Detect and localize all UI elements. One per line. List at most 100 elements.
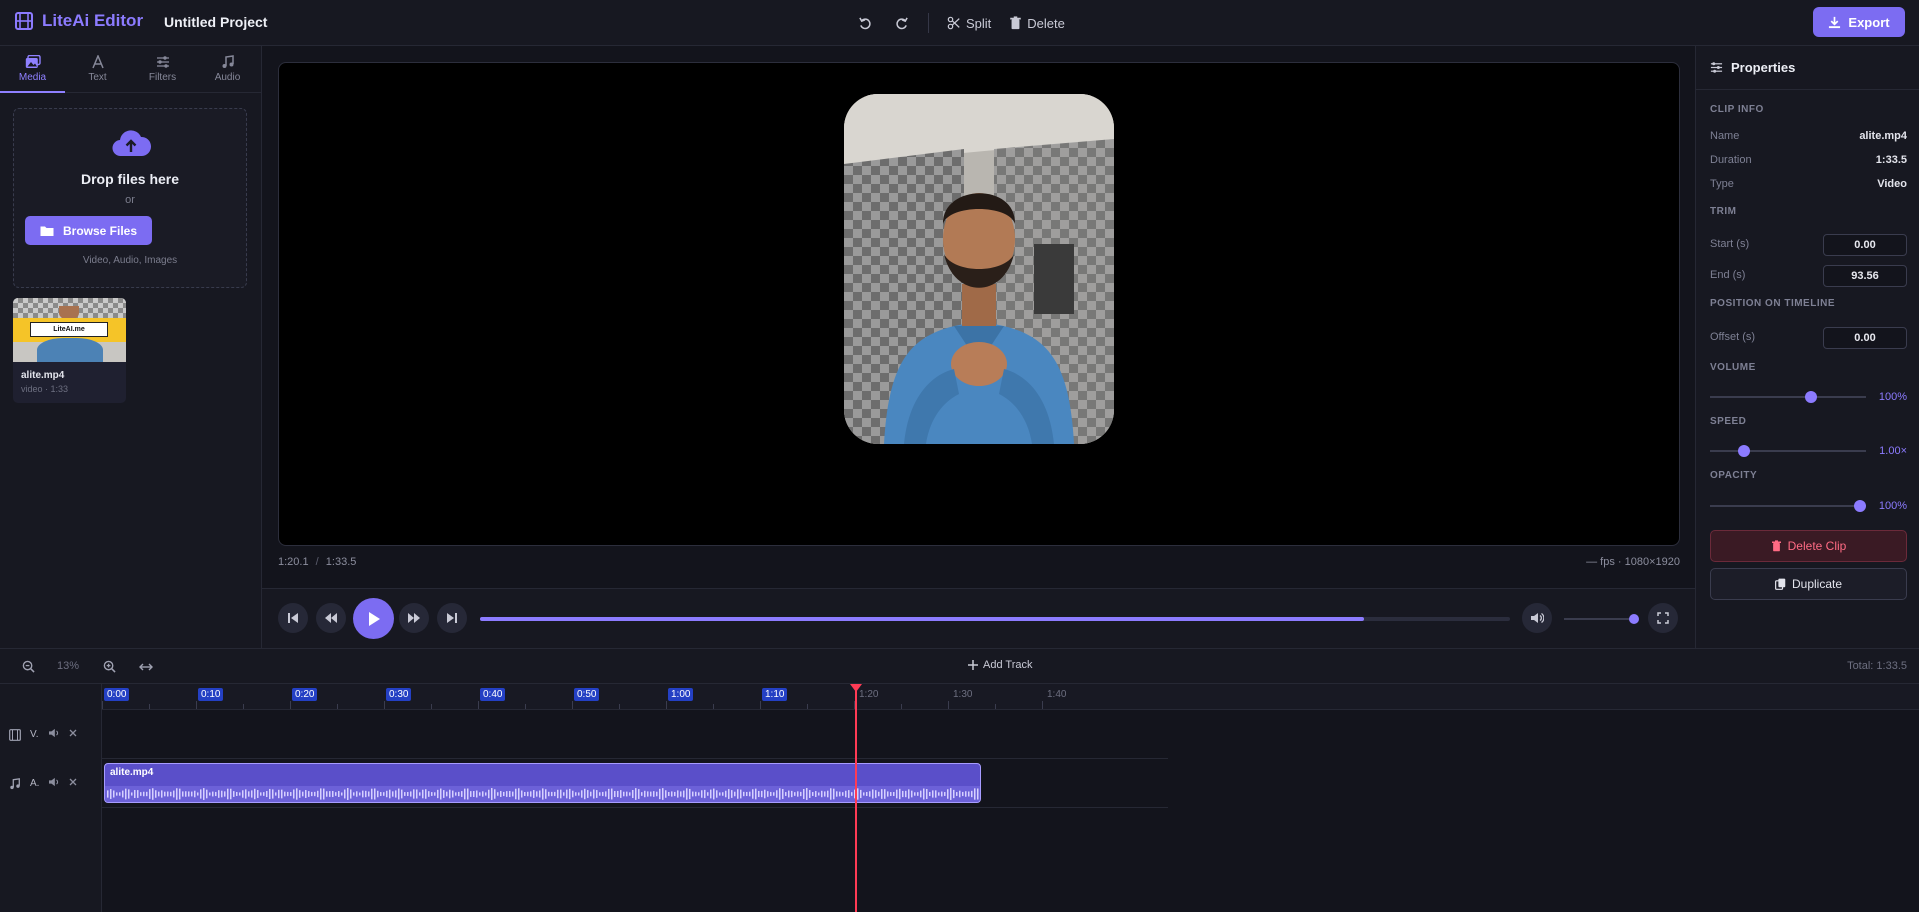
skip-start-icon xyxy=(288,613,298,623)
opacity-handle[interactable] xyxy=(1853,500,1866,512)
export-button[interactable]: Export xyxy=(1813,7,1905,37)
waveform-bar xyxy=(545,789,547,799)
rewind-button[interactable] xyxy=(316,603,346,633)
timeline-clip[interactable]: alite.mp4 xyxy=(104,763,981,803)
skip-start-button[interactable] xyxy=(278,603,308,633)
add-track-button[interactable]: Add Track xyxy=(968,659,1033,671)
undo-button[interactable] xyxy=(852,11,878,35)
waveform-bar xyxy=(155,790,157,798)
redo-button[interactable] xyxy=(888,11,914,35)
waveform-bar xyxy=(302,791,304,797)
timeline-ruler[interactable]: 0:00 0:10 0:20 0:30 0:40 0:50 1:00 1:10 1:20 1:30… xyxy=(102,684,1919,710)
track-mute-button[interactable] xyxy=(48,777,60,790)
split-button[interactable]: Split xyxy=(943,11,995,35)
sliders-icon xyxy=(1710,62,1723,73)
delete-button[interactable]: Delete xyxy=(1005,11,1069,35)
waveform-bar xyxy=(776,790,778,798)
waveform-bar xyxy=(149,789,151,799)
waveform-bar xyxy=(356,791,358,797)
ruler-tick xyxy=(948,701,949,709)
skip-end-button[interactable] xyxy=(437,603,467,633)
waveform-bar xyxy=(281,789,283,799)
video-frame-image xyxy=(844,94,1114,444)
browse-files-button[interactable]: Browse Files xyxy=(25,216,152,245)
offset-input[interactable]: 0.00 xyxy=(1823,327,1907,349)
duplicate-button[interactable]: Duplicate xyxy=(1710,568,1907,600)
video-track-lane[interactable] xyxy=(102,710,1168,759)
trim-end-input[interactable]: 93.56 xyxy=(1823,265,1907,287)
waveform-bar xyxy=(749,791,751,797)
tab-filters[interactable]: Filters xyxy=(130,46,195,92)
waveform-bar xyxy=(272,789,274,799)
waveform-bar xyxy=(530,791,532,797)
properties-header: Properties xyxy=(1696,46,1919,90)
sliders-icon xyxy=(156,56,169,68)
split-label: Split xyxy=(966,15,992,31)
ruler-tick xyxy=(760,701,761,709)
waveform-bar xyxy=(344,789,346,799)
play-button[interactable] xyxy=(353,598,394,639)
trash-icon xyxy=(1010,16,1022,30)
waveform-bar xyxy=(536,791,538,797)
fullscreen-button[interactable] xyxy=(1648,603,1678,633)
waveform-bar xyxy=(251,790,253,798)
waveform-bar xyxy=(407,792,409,796)
clip-volume-handle[interactable] xyxy=(1805,391,1818,403)
volume-slider-handle[interactable] xyxy=(1629,614,1639,624)
opacity-slider[interactable] xyxy=(1710,505,1866,507)
volume-slider[interactable] xyxy=(1564,618,1638,620)
playhead[interactable] xyxy=(855,684,857,912)
ruler-tick xyxy=(196,701,197,709)
speed-handle[interactable] xyxy=(1738,445,1751,457)
mute-button[interactable] xyxy=(1522,603,1552,633)
track-header-audio: A. xyxy=(0,759,102,808)
play-icon xyxy=(368,611,380,626)
media-item[interactable]: LiteAI.me alite.mp4 video · 1:33 xyxy=(13,298,126,403)
waveform-bar xyxy=(881,789,883,799)
waveform-bar xyxy=(338,790,340,798)
seek-bar[interactable] xyxy=(480,617,1510,621)
ruler-tick-label: 0:40 xyxy=(480,688,506,701)
zoom-in-button[interactable] xyxy=(103,660,116,678)
waveform-bar xyxy=(341,792,343,796)
waveform-bar xyxy=(503,791,505,797)
ruler-minor-tick xyxy=(619,704,620,709)
trim-start-input[interactable]: 0.00 xyxy=(1823,234,1907,256)
track-remove-button[interactable] xyxy=(69,778,77,789)
waveform-bar xyxy=(710,789,712,799)
type-label: Type xyxy=(1710,178,1734,190)
waveform-bar xyxy=(446,791,448,797)
tab-label: Filters xyxy=(148,72,177,83)
clip-volume-slider[interactable] xyxy=(1710,396,1866,398)
waveform-bar xyxy=(767,791,769,797)
thumbnail-caption: LiteAI.me xyxy=(30,322,108,337)
track-mute-button[interactable] xyxy=(48,728,60,741)
project-title[interactable]: Untitled Project xyxy=(164,14,267,30)
tab-media[interactable]: Media xyxy=(0,46,65,93)
track-remove-button[interactable] xyxy=(69,729,77,740)
waveform-bar xyxy=(659,788,661,800)
waveform-bar xyxy=(752,789,754,799)
ruler-tick-label: 0:50 xyxy=(574,688,600,701)
waveform-bar xyxy=(737,789,739,799)
waveform-bar xyxy=(557,789,559,799)
waveform-bar xyxy=(443,790,445,798)
preview-canvas[interactable] xyxy=(278,62,1680,546)
file-dropzone[interactable]: Drop files here or Browse Files Video, A… xyxy=(13,108,247,288)
speed-slider[interactable] xyxy=(1710,450,1866,452)
tab-audio[interactable]: Audio xyxy=(195,46,260,92)
fit-timeline-button[interactable] xyxy=(139,660,153,678)
delete-label: Delete xyxy=(1027,15,1065,31)
zoom-out-button[interactable] xyxy=(22,660,35,678)
volume-icon xyxy=(1531,612,1544,624)
waveform-bar xyxy=(560,789,562,799)
waveform-bar xyxy=(878,791,880,797)
waveform-bar xyxy=(902,790,904,798)
tab-text[interactable]: Text xyxy=(65,46,130,92)
waveform-bar xyxy=(404,792,406,796)
waveform-bar xyxy=(116,792,118,796)
waveform-bar xyxy=(296,788,298,800)
fast-forward-button[interactable] xyxy=(399,603,429,633)
delete-clip-button[interactable]: Delete Clip xyxy=(1710,530,1907,562)
waveform-bar xyxy=(875,790,877,798)
